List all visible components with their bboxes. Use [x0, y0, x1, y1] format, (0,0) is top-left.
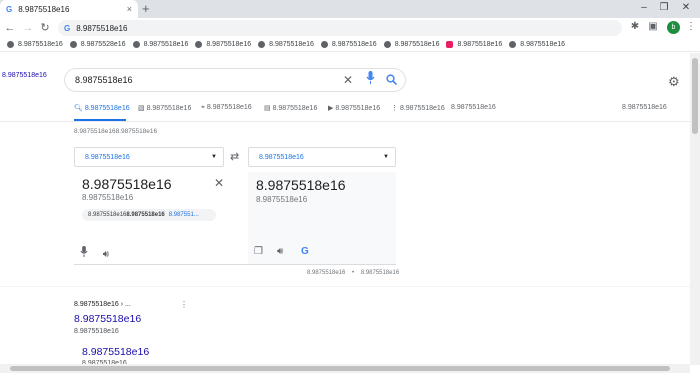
search-icon[interactable] [386, 73, 398, 89]
source-tools: 🔊︎ [80, 246, 109, 260]
forward-button[interactable]: → [21, 20, 35, 36]
google-translate-icon[interactable]: G [301, 246, 309, 257]
section-divider [0, 286, 690, 287]
bookmark[interactable]: 8.9875518e16 [258, 41, 314, 48]
source-transliteration: 8.9875518e16 [82, 193, 134, 202]
search-tab-icon: 🔍︎ [74, 105, 83, 112]
target-transliteration: 8.9875518e16 [256, 195, 308, 204]
result-title-link[interactable]: 8.9875518e16 [82, 346, 149, 358]
bookmark[interactable]: 8.9875528e16 [69, 41, 126, 48]
tab-all[interactable]: 🔍︎ 8.9875518e16 [74, 104, 130, 112]
source-language-select[interactable]: 8.9875518e16 ▼ [74, 147, 224, 167]
back-button[interactable]: ← [3, 20, 17, 36]
google-favicon-icon: G [6, 4, 13, 14]
swap-languages-icon[interactable]: ⇄ [230, 150, 239, 163]
speaker-icon[interactable]: 🔊︎ [277, 246, 283, 257]
settings-gear-icon[interactable]: ⚙ [668, 74, 680, 90]
microphone-icon[interactable] [80, 246, 91, 260]
suggestion-chip[interactable]: 8.9875518e16 8.9875518e16 8.987551... [82, 209, 216, 221]
tab-safesearch[interactable]: 8.9875518e16 [622, 104, 667, 111]
tab-close-icon[interactable]: × [127, 4, 132, 14]
maximize-button[interactable]: ❐ [656, 2, 672, 13]
bookmark[interactable]: 8.9875518e16 [195, 41, 251, 48]
card-divider [74, 264, 396, 265]
dropdown-caret-icon: ▼ [383, 154, 389, 160]
google-icon: G [64, 23, 71, 33]
header-divider [0, 121, 690, 122]
tab-title: 8.9875518e16 [18, 4, 70, 14]
bookmark[interactable]: 8.9875518e16 [509, 41, 565, 48]
result-snippet: 8.9875518e16 [74, 328, 119, 335]
globe-icon [7, 41, 14, 48]
target-language-label: 8.9875518e16 [259, 153, 304, 161]
footer-link-left[interactable]: 8.9875518e16 [307, 270, 345, 276]
search-input[interactable]: 8.9875518e16 [64, 68, 406, 92]
microphone-icon[interactable] [366, 71, 375, 89]
bookmark[interactable]: 8.9875518e16 [7, 41, 63, 48]
image-tab-icon: ▧ [138, 105, 145, 112]
bookmark[interactable]: 8.9875518e16 [320, 41, 377, 48]
target-language-select[interactable]: 8.9875518e16 ▼ [248, 147, 396, 167]
results-count: 8.9875518e168.9875518e16 [74, 128, 158, 135]
tab-maps[interactable]: ⌖ 8.9875518e16 [201, 104, 252, 112]
browser-tab[interactable]: G 8.9875518e16 × [0, 0, 138, 18]
new-tab-button[interactable]: + [142, 1, 150, 17]
clear-search-icon[interactable]: ✕ [343, 72, 353, 88]
result-title-link[interactable]: 8.9875518e16 [74, 313, 141, 325]
footer-separator: • [352, 270, 355, 276]
dropdown-caret-icon: ▼ [211, 154, 217, 160]
globe-icon [69, 41, 77, 48]
bookmark-favicon-icon [446, 41, 454, 48]
close-window-button[interactable]: ✕ [678, 2, 694, 13]
menu-icon[interactable]: ⋮ [684, 21, 698, 32]
translated-text: 8.9875518e16 [256, 177, 346, 193]
tab-images[interactable]: ▧ 8.9875518e16 [138, 104, 191, 112]
news-icon: ▤ [264, 105, 271, 112]
speaker-icon[interactable]: 🔊︎ [103, 249, 109, 260]
extensions-icon[interactable]: ✱ [628, 21, 642, 32]
address-text: 8.9875518e16 [76, 23, 128, 33]
video-icon: ▶ [328, 105, 334, 112]
globe-icon [320, 41, 328, 48]
bookmarks-bar: 8.9875518e16 8.9875528e16 8.9875518e16 8… [0, 38, 700, 52]
horizontal-scrollbar-thumb[interactable] [10, 366, 670, 371]
more-options-icon[interactable]: ⋮ [180, 300, 188, 309]
bookmark[interactable]: 8.9875518e16 [383, 41, 439, 48]
source-text[interactable]: 8.9875518e16 [82, 176, 172, 192]
tab-news[interactable]: ▤ 8.9875518e16 [264, 104, 317, 112]
globe-icon [258, 41, 266, 48]
globe-icon [132, 41, 140, 48]
reading-list-icon[interactable]: ▣ [646, 21, 660, 32]
footer-link-right[interactable]: 8.9875518e16 [361, 270, 399, 276]
bookmark[interactable]: 8.9875518e16 [446, 41, 502, 48]
result-breadcrumb[interactable]: 8.9875518e16 › ... [74, 301, 131, 308]
profile-avatar[interactable]: b [667, 21, 680, 34]
address-bar[interactable]: G 8.9875518e16 [58, 20, 622, 36]
source-language-label: 8.9875518e16 [85, 153, 130, 161]
search-query: 8.9875518e16 [75, 75, 133, 85]
tab-more[interactable]: ⋮ 8.9875518e16 [391, 104, 445, 112]
translate-footer: 8.9875518e16 • 8.9875518e16 [307, 270, 399, 276]
copy-icon[interactable]: ❐ [254, 246, 263, 257]
tab-tools[interactable]: 8.9875518e16 [451, 104, 496, 111]
google-logo[interactable]: 8.9875518e16 [2, 72, 47, 79]
globe-icon [383, 41, 391, 48]
tab-videos[interactable]: ▶ 8.9875518e16 [328, 104, 380, 112]
clear-text-icon[interactable]: ✕ [214, 176, 224, 190]
map-pin-icon: ⌖ [201, 104, 205, 111]
globe-icon [509, 41, 517, 48]
more-vert-icon: ⋮ [391, 105, 398, 112]
vertical-scrollbar-thumb[interactable] [692, 58, 698, 134]
bookmark[interactable]: 8.9875518e16 [132, 41, 188, 48]
minimize-button[interactable]: – [636, 2, 652, 13]
reload-button[interactable]: ↻ [38, 20, 52, 36]
globe-icon [195, 41, 203, 48]
